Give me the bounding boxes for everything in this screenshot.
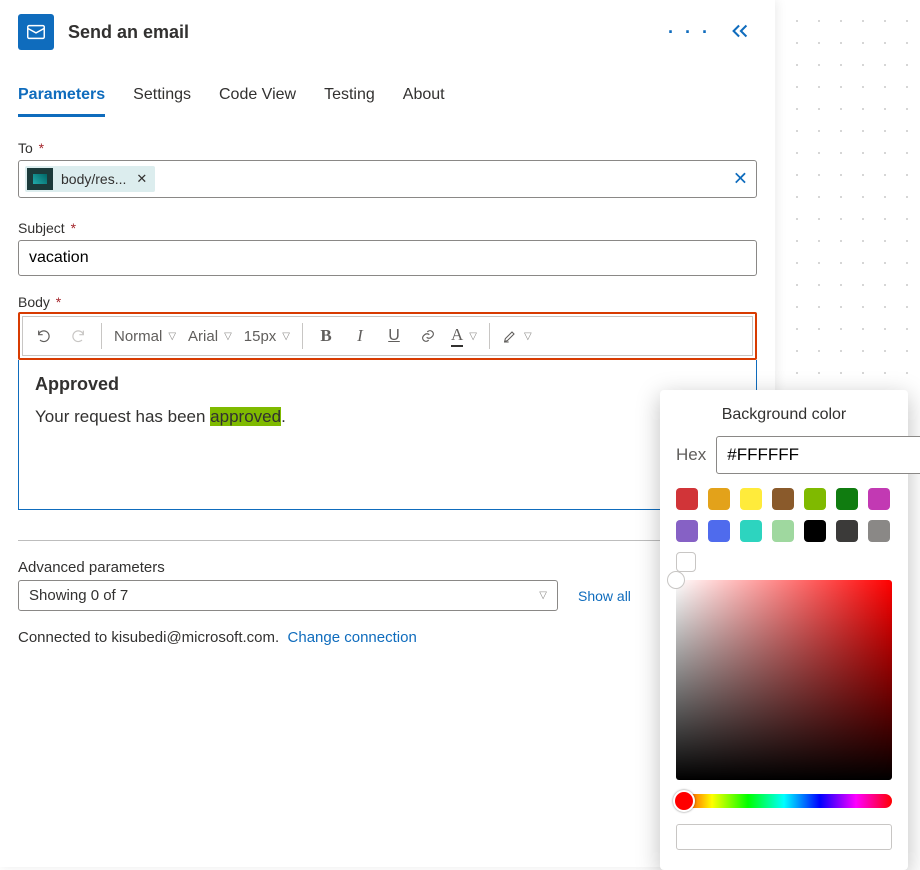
rich-text-toolbar: Normal ▽ Arial ▽ 15px ▽ B I U A▽ ▽ bbox=[22, 316, 753, 356]
advanced-dropdown-text: Showing 0 of 7 bbox=[29, 587, 128, 604]
color-swatch[interactable] bbox=[804, 488, 826, 510]
required-indicator: * bbox=[52, 294, 61, 310]
label-body: Body * bbox=[18, 294, 757, 310]
font-family-dropdown[interactable]: Arial ▽ bbox=[184, 321, 236, 351]
color-swatch[interactable] bbox=[772, 520, 794, 542]
advanced-parameters-row: Showing 0 of 7 ▽ Show all bbox=[18, 580, 757, 611]
saturation-picker[interactable] bbox=[676, 580, 892, 780]
body-highlighted-text: approved bbox=[210, 407, 281, 426]
token-icon bbox=[27, 168, 53, 190]
font-family-value: Arial bbox=[188, 328, 218, 345]
chevron-down-icon: ▽ bbox=[168, 331, 176, 342]
toolbar-separator bbox=[489, 323, 490, 349]
show-all-link[interactable]: Show all bbox=[578, 588, 631, 604]
clear-input-button[interactable]: ✕ bbox=[733, 169, 748, 190]
chevron-down-icon: ▽ bbox=[469, 331, 477, 342]
font-size-value: 15px bbox=[244, 328, 277, 345]
required-indicator: * bbox=[67, 220, 76, 236]
bold-button[interactable]: B bbox=[311, 321, 341, 351]
color-swatch[interactable] bbox=[868, 520, 890, 542]
color-swatch[interactable] bbox=[740, 488, 762, 510]
highlight-color-button[interactable]: ▽ bbox=[498, 321, 536, 351]
hex-input-row: Hex bbox=[676, 436, 892, 474]
tab-testing[interactable]: Testing bbox=[324, 80, 375, 117]
label-body-text: Body bbox=[18, 294, 50, 310]
chevron-down-icon: ▽ bbox=[524, 331, 532, 342]
hex-label: Hex bbox=[676, 445, 706, 465]
advanced-parameters-dropdown[interactable]: Showing 0 of 7 ▽ bbox=[18, 580, 558, 611]
to-input[interactable]: body/res... ✕ ✕ bbox=[18, 160, 757, 198]
panel-header: Send an email · · · bbox=[18, 0, 757, 62]
underline-button[interactable]: U bbox=[379, 321, 409, 351]
change-connection-link[interactable]: Change connection bbox=[288, 629, 417, 646]
saturation-thumb[interactable] bbox=[667, 571, 685, 589]
action-panel: Send an email · · · Parameters Settings … bbox=[0, 0, 775, 867]
outlook-icon bbox=[18, 14, 54, 50]
picker-title: Background color bbox=[676, 406, 892, 424]
label-to-text: To bbox=[18, 140, 33, 156]
chevron-down-icon: ▽ bbox=[539, 590, 547, 601]
redo-button[interactable] bbox=[63, 321, 93, 351]
paragraph-style-dropdown[interactable]: Normal ▽ bbox=[110, 321, 180, 351]
color-swatch[interactable] bbox=[708, 520, 730, 542]
label-to: To * bbox=[18, 140, 757, 156]
collapse-panel-button[interactable] bbox=[729, 23, 751, 42]
font-color-button[interactable]: A▽ bbox=[447, 321, 481, 351]
color-swatch[interactable] bbox=[676, 520, 698, 542]
more-options-button[interactable]: · · · bbox=[668, 22, 711, 43]
hue-slider[interactable] bbox=[676, 794, 892, 808]
toolbar-separator bbox=[101, 323, 102, 349]
connection-account: kisubedi@microsoft.com. bbox=[111, 629, 279, 646]
toolbar-highlight-box: Normal ▽ Arial ▽ 15px ▽ B I U A▽ ▽ bbox=[18, 312, 757, 360]
body-text-suffix: . bbox=[281, 407, 286, 426]
color-swatch[interactable] bbox=[676, 488, 698, 510]
tab-bar: Parameters Settings Code View Testing Ab… bbox=[18, 80, 757, 118]
required-indicator: * bbox=[35, 140, 44, 156]
color-swatch[interactable] bbox=[804, 520, 826, 542]
field-body: Body * Normal ▽ Arial ▽ 15px ▽ B I U bbox=[18, 294, 757, 510]
tab-about[interactable]: About bbox=[403, 80, 445, 117]
body-text-prefix: Your request has been bbox=[35, 407, 210, 426]
alpha-input[interactable] bbox=[676, 824, 892, 850]
hue-thumb[interactable] bbox=[673, 790, 695, 812]
hex-input[interactable] bbox=[716, 436, 920, 474]
tab-parameters[interactable]: Parameters bbox=[18, 80, 105, 117]
panel-title: Send an email bbox=[68, 22, 668, 43]
extra-swatch[interactable] bbox=[676, 552, 696, 572]
body-editor[interactable]: Approved Your request has been approved. bbox=[18, 360, 757, 510]
body-paragraph: Your request has been approved. bbox=[35, 407, 740, 427]
color-swatch[interactable] bbox=[772, 488, 794, 510]
paragraph-style-value: Normal bbox=[114, 328, 162, 345]
color-swatch[interactable] bbox=[836, 488, 858, 510]
field-to: To * body/res... ✕ ✕ bbox=[18, 140, 757, 198]
label-subject: Subject * bbox=[18, 220, 757, 236]
advanced-parameters-label: Advanced parameters bbox=[18, 559, 757, 576]
tab-settings[interactable]: Settings bbox=[133, 80, 191, 117]
undo-button[interactable] bbox=[29, 321, 59, 351]
label-subject-text: Subject bbox=[18, 220, 65, 236]
color-swatch[interactable] bbox=[868, 488, 890, 510]
section-divider bbox=[18, 540, 757, 541]
preset-swatches bbox=[676, 488, 892, 542]
subject-input[interactable] bbox=[18, 240, 757, 276]
italic-button[interactable]: I bbox=[345, 321, 375, 351]
token-label: body/res... bbox=[61, 171, 126, 187]
dynamic-content-token[interactable]: body/res... ✕ bbox=[25, 166, 155, 192]
chevron-down-icon: ▽ bbox=[282, 331, 290, 342]
tab-code-view[interactable]: Code View bbox=[219, 80, 296, 117]
link-button[interactable] bbox=[413, 321, 443, 351]
field-subject: Subject * bbox=[18, 220, 757, 276]
connection-prefix: Connected to bbox=[18, 629, 111, 646]
color-swatch[interactable] bbox=[740, 520, 762, 542]
token-remove-button[interactable]: ✕ bbox=[136, 171, 147, 187]
color-swatch[interactable] bbox=[708, 488, 730, 510]
chevron-down-icon: ▽ bbox=[224, 331, 232, 342]
body-heading: Approved bbox=[35, 374, 740, 395]
toolbar-separator bbox=[302, 323, 303, 349]
color-swatch[interactable] bbox=[836, 520, 858, 542]
connection-info: Connected to kisubedi@microsoft.com. Cha… bbox=[18, 629, 757, 646]
font-size-dropdown[interactable]: 15px ▽ bbox=[240, 321, 294, 351]
background-color-picker: Background color Hex bbox=[660, 390, 908, 870]
